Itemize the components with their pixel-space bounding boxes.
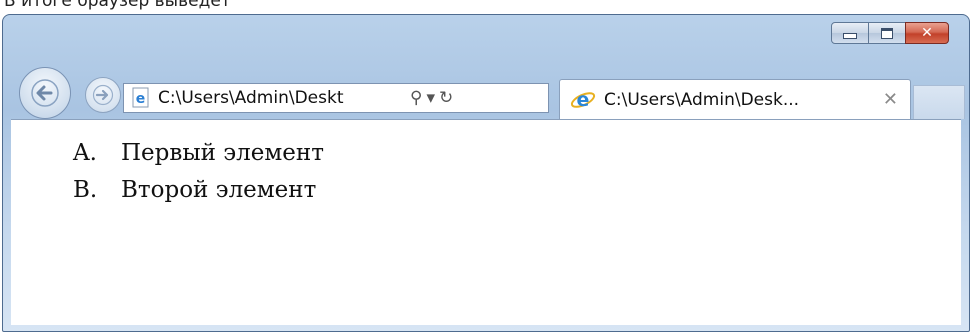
- search-icon[interactable]: ⚲: [410, 88, 422, 108]
- close-icon: ✕: [921, 25, 933, 41]
- list-marker: A.: [73, 139, 97, 166]
- forward-button[interactable]: [85, 77, 121, 113]
- back-button[interactable]: [19, 67, 71, 119]
- tab-close-icon[interactable]: ✕: [883, 89, 898, 110]
- ordered-list: A. Первый элемент B. Второй элемент: [73, 134, 324, 208]
- new-tab-button[interactable]: [913, 85, 965, 119]
- minimize-icon: [843, 33, 857, 39]
- svg-text:e: e: [136, 91, 146, 107]
- list-item-text: Второй элемент: [121, 176, 317, 203]
- list-item: A. Первый элемент: [73, 134, 324, 171]
- maximize-icon: [881, 27, 893, 39]
- ie-page-icon: e: [132, 87, 149, 108]
- page-content: A. Первый элемент B. Второй элемент: [11, 119, 961, 325]
- close-button[interactable]: ✕: [905, 22, 949, 44]
- caption-text: В итоге браузер выведет: [4, 0, 231, 11]
- list-item: B. Второй элемент: [73, 171, 324, 208]
- list-marker: B.: [73, 176, 98, 203]
- tab-title: C:\Users\Admin\Desk...: [604, 89, 800, 110]
- forward-arrow-icon: [92, 84, 114, 106]
- maximize-button[interactable]: [868, 22, 906, 44]
- list-item-text: Первый элемент: [121, 139, 324, 166]
- svg-text:e: e: [577, 89, 590, 111]
- window-controls: ✕: [831, 22, 949, 44]
- browser-window: ✕ e C:\Users\Admin\Deskt ⚲ ▾ ↻ e C:\User…: [2, 14, 970, 332]
- dropdown-icon[interactable]: ▾: [426, 88, 435, 108]
- back-arrow-icon: [31, 79, 59, 107]
- refresh-icon[interactable]: ↻: [439, 88, 453, 108]
- address-url[interactable]: C:\Users\Admin\Deskt: [158, 88, 406, 108]
- tab-active[interactable]: e C:\Users\Admin\Desk... ✕: [559, 79, 911, 119]
- minimize-button[interactable]: [831, 22, 869, 44]
- address-bar[interactable]: e C:\Users\Admin\Deskt ⚲ ▾ ↻: [123, 83, 549, 113]
- ie-logo-icon: e: [570, 89, 596, 111]
